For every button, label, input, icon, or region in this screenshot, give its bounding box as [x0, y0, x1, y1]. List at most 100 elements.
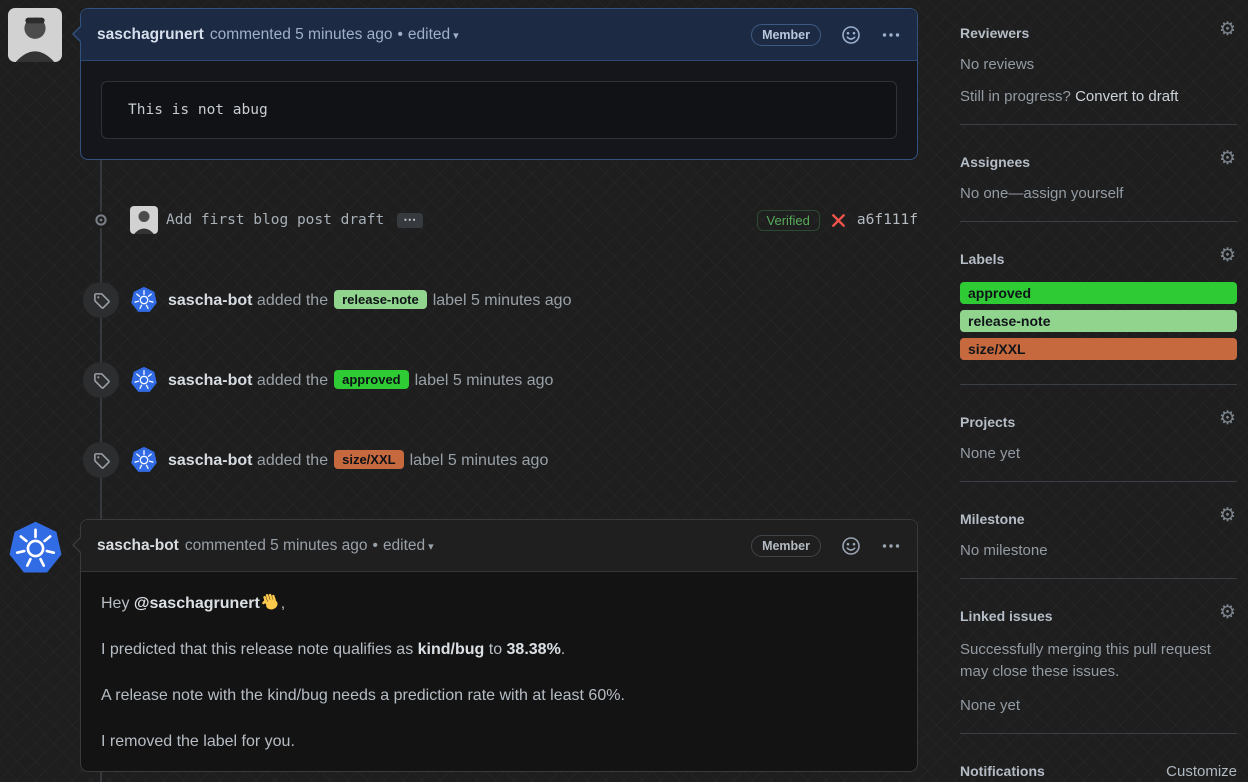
event-text: sascha-bot added the approved label 5 minu… [168, 370, 554, 389]
gear-icon[interactable]: ⚙ [1219, 246, 1236, 265]
comment-saschagrunert: saschagrunert commented 5 minutes ago • … [72, 8, 918, 160]
comment-header: saschagrunert commented 5 minutes ago • … [81, 9, 917, 61]
edited-dropdown[interactable]: edited ▾ [408, 26, 459, 44]
pull-request-conversation-page: saschagrunert commented 5 minutes ago • … [0, 0, 1248, 782]
commit-row: Add first blog post draft ⋯ Verified a6f… [80, 206, 918, 234]
timeline-event-label-added: sascha-bot added the size/XXL label 5 minu… [80, 441, 918, 479]
comment-author[interactable]: saschagrunert [97, 26, 204, 44]
assign-yourself-link[interactable]: assign yourself [1023, 185, 1123, 202]
comment-paragraph: I removed the label for you. [101, 733, 295, 750]
commit-node-icon [93, 212, 109, 228]
comment-body: This is not abug [81, 81, 917, 139]
sidebar-label-release-note[interactable]: release-note [960, 310, 1237, 332]
member-badge: Member [751, 534, 821, 557]
label-chip[interactable]: approved [334, 370, 409, 389]
avatar-sascha-bot[interactable] [7, 520, 64, 577]
comment-header: sascha-bot commented 5 minutes ago • edi… [81, 520, 917, 572]
convert-to-draft-row: Still in progress? Convert to draft [960, 88, 1179, 105]
sidebar-label-approved[interactable]: approved [960, 282, 1237, 304]
user-mention-link[interactable]: @saschagrunert [134, 595, 260, 612]
label-chip[interactable]: size/XXL [334, 450, 404, 469]
check-failed-icon[interactable] [831, 213, 846, 228]
gear-icon[interactable]: ⚙ [1219, 409, 1236, 428]
verified-badge[interactable]: Verified [756, 209, 820, 231]
section-title: Reviewers ⚙ [960, 19, 1236, 41]
meta-separator: • [397, 25, 403, 43]
reviewers-empty-text: No reviews [960, 56, 1035, 73]
kubernetes-bot-avatar[interactable] [130, 286, 158, 314]
sidebar-section-notifications: Notifications Customize [960, 762, 1237, 781]
comment-paragraph: I predicted that this release note quali… [101, 641, 566, 658]
comment-paragraph: A release note with the kind/bug needs a… [101, 687, 625, 704]
smiley-icon [842, 25, 860, 44]
comment-paragraph: Hey @saschagrunert, [101, 592, 897, 616]
event-badge [83, 282, 119, 318]
milestone-empty-text: No milestone [960, 542, 1048, 559]
event-actor-link[interactable]: sascha-bot [168, 372, 252, 389]
sidebar: Reviewers ⚙ No reviews Still in progress?… [960, 19, 1237, 782]
convert-to-draft-link[interactable]: Convert to draft [1075, 88, 1178, 105]
section-title: Linked issues ⚙ [960, 602, 1236, 624]
gear-icon[interactable]: ⚙ [1219, 506, 1236, 525]
sidebar-section-reviewers: Reviewers ⚙ No reviews Still in progress?… [960, 19, 1237, 125]
tag-icon [93, 292, 110, 309]
chevron-down-icon: ▾ [453, 29, 459, 42]
event-actor-link[interactable]: sascha-bot [168, 292, 252, 309]
commit-author-avatar[interactable] [130, 206, 158, 234]
comment-sascha-bot: sascha-bot commented 5 minutes ago • edi… [72, 519, 918, 772]
person-photo-icon [130, 206, 158, 234]
sidebar-section-labels: Labels ⚙ approved release-note size/XXL [960, 245, 1237, 385]
event-badge [83, 362, 119, 398]
comment-timestamp[interactable]: commented 5 minutes ago [210, 26, 393, 44]
section-title: Notifications Customize [960, 763, 1237, 781]
comment-options-button[interactable] [881, 536, 901, 556]
sidebar-section-milestone: Milestone ⚙ No milestone [960, 505, 1237, 579]
member-badge: Member [751, 23, 821, 46]
commit-hash-link[interactable]: a6f111f [857, 212, 918, 228]
comment-options-button[interactable] [881, 25, 901, 45]
customize-notifications-link[interactable]: Customize [1166, 763, 1237, 781]
timeline-event-label-added: sascha-bot added the release-note label 5 … [80, 281, 918, 319]
comment-timestamp[interactable]: commented 5 minutes ago [185, 537, 368, 555]
timeline-event-label-added: sascha-bot added the approved label 5 minu… [80, 361, 918, 399]
event-badge [83, 442, 119, 478]
commit-message-link[interactable]: Add first blog post draft [166, 212, 384, 228]
sidebar-section-assignees: Assignees ⚙ No one—assign yourself [960, 148, 1237, 222]
commit-expander-button[interactable]: ⋯ [397, 212, 424, 228]
linked-issues-description: Successfully merging this pull request m… [960, 641, 1211, 680]
label-chip[interactable]: release-note [334, 290, 427, 309]
waving-hand-emoji-icon [261, 593, 278, 610]
chevron-down-icon: ▾ [428, 540, 434, 553]
edited-dropdown[interactable]: edited ▾ [383, 537, 434, 555]
event-text: sascha-bot added the release-note label 5 … [168, 290, 572, 309]
add-reaction-button[interactable] [840, 24, 862, 46]
kubernetes-bot-avatar[interactable] [130, 366, 158, 394]
linked-issues-empty-text: None yet [960, 697, 1021, 714]
tag-icon [93, 372, 110, 389]
person-photo-icon [8, 8, 62, 62]
section-title: Milestone ⚙ [960, 505, 1236, 527]
event-text: sascha-bot added the size/XXL label 5 minu… [168, 450, 549, 469]
sidebar-section-projects: Projects ⚙ None yet [960, 409, 1237, 482]
comment-body: Hey @saschagrunert, I predicted that thi… [81, 572, 917, 782]
projects-empty-text: None yet [960, 445, 1021, 462]
smiley-icon [842, 536, 860, 555]
meta-separator: • [372, 536, 378, 554]
kebab-icon [882, 32, 900, 37]
avatar-saschagrunert[interactable] [8, 8, 62, 62]
gear-icon[interactable]: ⚙ [1219, 20, 1236, 39]
tag-icon [93, 452, 110, 469]
commit-status-group: Verified a6f111f [756, 209, 918, 231]
section-title: Labels ⚙ [960, 245, 1236, 267]
gear-icon[interactable]: ⚙ [1219, 603, 1236, 622]
code-block: This is not abug [101, 81, 897, 139]
comment-author[interactable]: sascha-bot [97, 537, 179, 555]
kubernetes-bot-avatar[interactable] [130, 446, 158, 474]
gear-icon[interactable]: ⚙ [1219, 149, 1236, 168]
event-actor-link[interactable]: sascha-bot [168, 452, 252, 469]
assignees-empty-text: No one—assign yourself [960, 185, 1124, 202]
section-title: Assignees ⚙ [960, 148, 1236, 170]
sidebar-label-size-xxl[interactable]: size/XXL [960, 338, 1237, 360]
add-reaction-button[interactable] [840, 535, 862, 557]
sidebar-section-linked-issues: Linked issues ⚙ Successfully merging this… [960, 602, 1237, 734]
